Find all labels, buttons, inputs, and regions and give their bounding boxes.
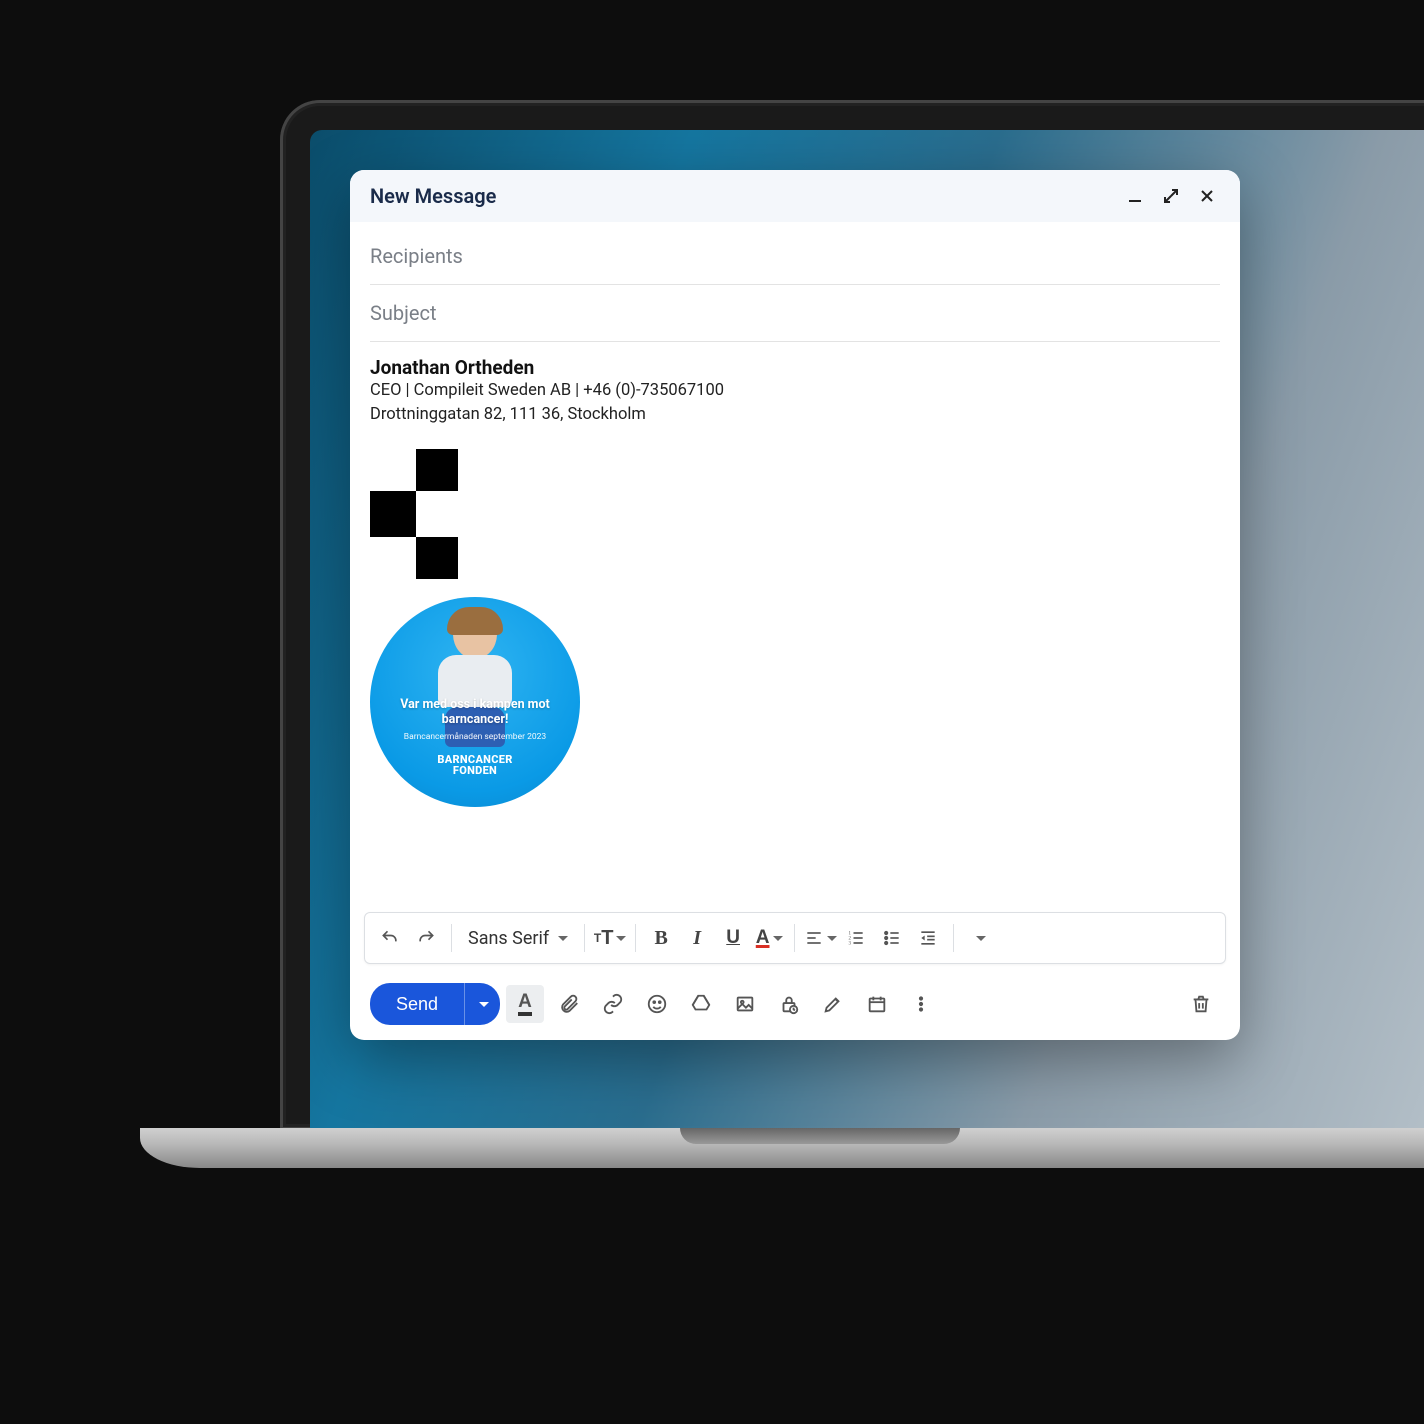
numbered-list-button[interactable]: 123 — [839, 921, 873, 955]
screen-bezel: New Message Recipients — [280, 100, 1424, 1130]
send-button-group: Send — [370, 983, 500, 1025]
recipients-input[interactable]: Recipients — [370, 228, 1220, 285]
laptop-frame: New Message Recipients — [280, 100, 1424, 1200]
badge-headline: Var med oss i kampen mot barncancer! — [370, 697, 580, 728]
expand-icon[interactable] — [1158, 183, 1184, 209]
message-body[interactable]: Jonathan Ortheden CEO | Compileit Sweden… — [350, 342, 1240, 912]
minimize-icon[interactable] — [1122, 183, 1148, 209]
signature-name: Jonathan Ortheden — [370, 356, 1220, 379]
font-family-picker[interactable]: Sans Serif — [460, 921, 576, 955]
attach-file-button[interactable] — [550, 985, 588, 1023]
discard-draft-button[interactable] — [1182, 985, 1220, 1023]
font-family-label: Sans Serif — [468, 928, 549, 949]
more-formatting-button[interactable] — [962, 921, 996, 955]
campaign-badge: Var med oss i kampen mot barncancer! Bar… — [370, 597, 580, 807]
chevron-down-icon — [616, 936, 626, 941]
compose-action-bar: Send A — [350, 974, 1240, 1040]
chevron-down-icon — [773, 936, 783, 941]
font-size-button[interactable]: TT — [593, 921, 627, 955]
confidential-mode-button[interactable] — [770, 985, 808, 1023]
schedule-send-button[interactable] — [858, 985, 896, 1023]
company-logo — [370, 449, 458, 579]
insert-emoji-button[interactable] — [638, 985, 676, 1023]
insert-link-button[interactable] — [594, 985, 632, 1023]
compose-window: New Message Recipients — [350, 170, 1240, 1040]
undo-button[interactable] — [373, 921, 407, 955]
signature-line-2: Drottninggatan 82, 111 36, Stockholm — [370, 403, 1220, 427]
italic-button[interactable]: I — [680, 921, 714, 955]
align-button[interactable] — [803, 921, 837, 955]
send-button[interactable]: Send — [370, 983, 464, 1025]
chevron-down-icon — [558, 936, 568, 941]
more-options-button[interactable] — [902, 985, 940, 1023]
insert-signature-button[interactable] — [814, 985, 852, 1023]
redo-button[interactable] — [409, 921, 443, 955]
underline-button[interactable]: U — [716, 921, 750, 955]
insert-drive-button[interactable] — [682, 985, 720, 1023]
chevron-down-icon — [479, 1002, 489, 1007]
window-title: New Message — [370, 184, 1112, 208]
indent-decrease-button[interactable] — [911, 921, 945, 955]
svg-text:3: 3 — [849, 942, 852, 947]
formatting-toolbar: Sans Serif TT B I U A — [364, 912, 1226, 964]
bulleted-list-button[interactable] — [875, 921, 909, 955]
header-fields: Recipients Subject — [350, 222, 1240, 342]
text-color-button[interactable]: A — [752, 921, 786, 955]
insert-photo-button[interactable] — [726, 985, 764, 1023]
bold-button[interactable]: B — [644, 921, 678, 955]
subject-input[interactable]: Subject — [370, 285, 1220, 342]
signature-line-1: CEO | Compileit Sweden AB | +46 (0)-7350… — [370, 379, 1220, 403]
badge-subline: Barncancermånaden september 2023 — [404, 732, 546, 742]
laptop-notch — [680, 1128, 960, 1144]
compose-titlebar: New Message — [350, 170, 1240, 222]
formatting-toggle-button[interactable]: A — [506, 985, 544, 1023]
chevron-down-icon — [976, 936, 986, 941]
badge-brand: BARNCANCERFONDEN — [437, 754, 512, 777]
desktop-wallpaper: New Message Recipients — [310, 130, 1424, 1130]
chevron-down-icon — [827, 936, 837, 941]
send-options-button[interactable] — [464, 983, 500, 1025]
close-icon[interactable] — [1194, 183, 1220, 209]
